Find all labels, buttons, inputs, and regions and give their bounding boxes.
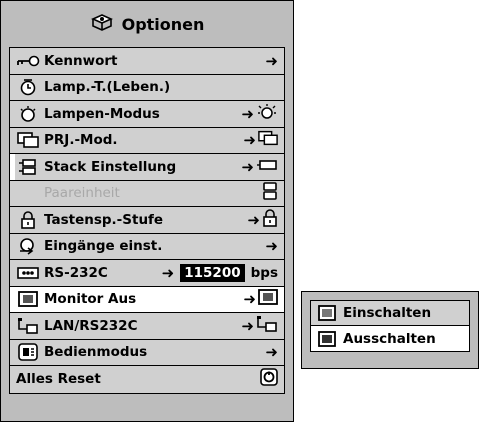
options-icon	[90, 12, 114, 36]
option-label: Einschalten	[343, 305, 432, 321]
menu-item-lan-rs232c[interactable]: LAN/RS232C ➜	[10, 313, 284, 340]
selection-marker	[10, 154, 15, 180]
menu-item-label: Stack Einstellung	[44, 158, 177, 175]
menu-item-label: Lamp.-T.(Leben.)	[44, 79, 171, 96]
menu-item-label: Eingänge einst.	[44, 238, 163, 255]
menu-item-label: RS-232C	[44, 264, 108, 281]
menu-item-eingaenge-einst[interactable]: Eingänge einst. ➜	[10, 234, 284, 260]
input-icon	[16, 237, 40, 255]
lamp-icon	[16, 105, 40, 123]
menu-item-tastensp-stufe[interactable]: Tastensp.-Stufe ➜	[10, 207, 284, 234]
submenu-list: Einschalten Ausschalten	[310, 300, 470, 352]
arrow-right-icon: ➜	[265, 237, 278, 256]
menu-item-alles-reset[interactable]: Alles Reset	[10, 366, 284, 393]
projection-mode-icon	[16, 131, 40, 149]
key-icon	[16, 52, 40, 70]
menu-item-prj-mod[interactable]: PRJ.-Mod. ➜	[10, 128, 284, 154]
arrow-right-icon: ➜	[265, 343, 278, 362]
arrow-right-icon: ➜	[265, 51, 278, 70]
menu-item-label: Paareinheit	[44, 185, 120, 202]
menu-item-label: Alles Reset	[16, 371, 101, 388]
arrow-right-icon: ➜	[241, 104, 254, 123]
menu-item-kennwort[interactable]: Kennwort ➜	[10, 48, 284, 75]
projection-mode-indicator-icon	[258, 130, 278, 150]
control-mode-icon	[16, 343, 40, 362]
pair-unit-icon	[262, 182, 278, 204]
menu-item-label: LAN/RS232C	[44, 317, 138, 334]
monitor-indicator-icon	[258, 289, 278, 309]
menu-item-monitor-aus[interactable]: Monitor Aus ➜	[10, 286, 284, 313]
menu-item-label: Tastensp.-Stufe	[44, 211, 164, 228]
monitor-off-icon	[317, 330, 337, 347]
baud-rate-value[interactable]: 115200	[180, 263, 245, 282]
menu-item-label: Kennwort	[44, 52, 118, 69]
monitor-on-icon	[317, 305, 337, 321]
menu-item-rs232c[interactable]: RS-232C ➜ 115200 bps	[10, 260, 284, 287]
menu-item-stack-einstellung[interactable]: Stack Einstellung ➜	[10, 154, 284, 181]
arrow-right-icon: ➜	[161, 263, 175, 282]
lock-indicator-icon	[262, 208, 278, 231]
monitor-icon	[16, 290, 40, 308]
menu-item-paareinheit: Paareinheit	[10, 181, 284, 207]
baud-rate-unit: bps	[250, 264, 278, 281]
lamp-mode-indicator-icon	[256, 103, 278, 125]
arrow-right-icon: ➜	[243, 131, 256, 150]
option-label: Ausschalten	[343, 330, 436, 347]
arrow-right-icon: ➜	[247, 210, 260, 229]
arrow-right-icon: ➜	[243, 290, 256, 309]
lock-icon	[16, 210, 40, 229]
monitor-aus-submenu: Einschalten Ausschalten	[301, 291, 479, 369]
rs232c-icon	[16, 264, 40, 282]
option-einschalten[interactable]: Einschalten	[311, 301, 469, 326]
option-ausschalten[interactable]: Ausschalten	[311, 326, 469, 351]
menu-item-label: Lampen-Modus	[44, 105, 160, 122]
stack-indicator-icon	[256, 159, 278, 175]
stack-icon	[16, 158, 40, 176]
lamp-timer-icon	[16, 78, 40, 96]
lan-indicator-icon	[256, 315, 278, 337]
menu-list: Kennwort ➜ Lamp.-T.(Leben.) Lampen-Modus…	[9, 47, 285, 394]
menu-item-label: Bedienmodus	[44, 344, 148, 361]
arrow-right-icon: ➜	[241, 316, 254, 335]
lan-icon	[16, 317, 40, 335]
menu-item-label: PRJ.-Mod.	[44, 132, 118, 149]
arrow-right-icon: ➜	[241, 157, 254, 176]
menu-item-bedienmodus[interactable]: Bedienmodus ➜	[10, 340, 284, 366]
menu-item-lamp-timer[interactable]: Lamp.-T.(Leben.)	[10, 75, 284, 101]
menu-title: Optionen	[121, 14, 205, 34]
menu-item-lampen-modus[interactable]: Lampen-Modus ➜	[10, 101, 284, 128]
menu-header: Optionen	[1, 1, 293, 47]
options-menu: Optionen Kennwort ➜ Lamp.-T.(Leben.) Lam…	[0, 0, 294, 422]
menu-item-label: Monitor Aus	[44, 291, 137, 308]
reset-icon	[260, 368, 278, 390]
